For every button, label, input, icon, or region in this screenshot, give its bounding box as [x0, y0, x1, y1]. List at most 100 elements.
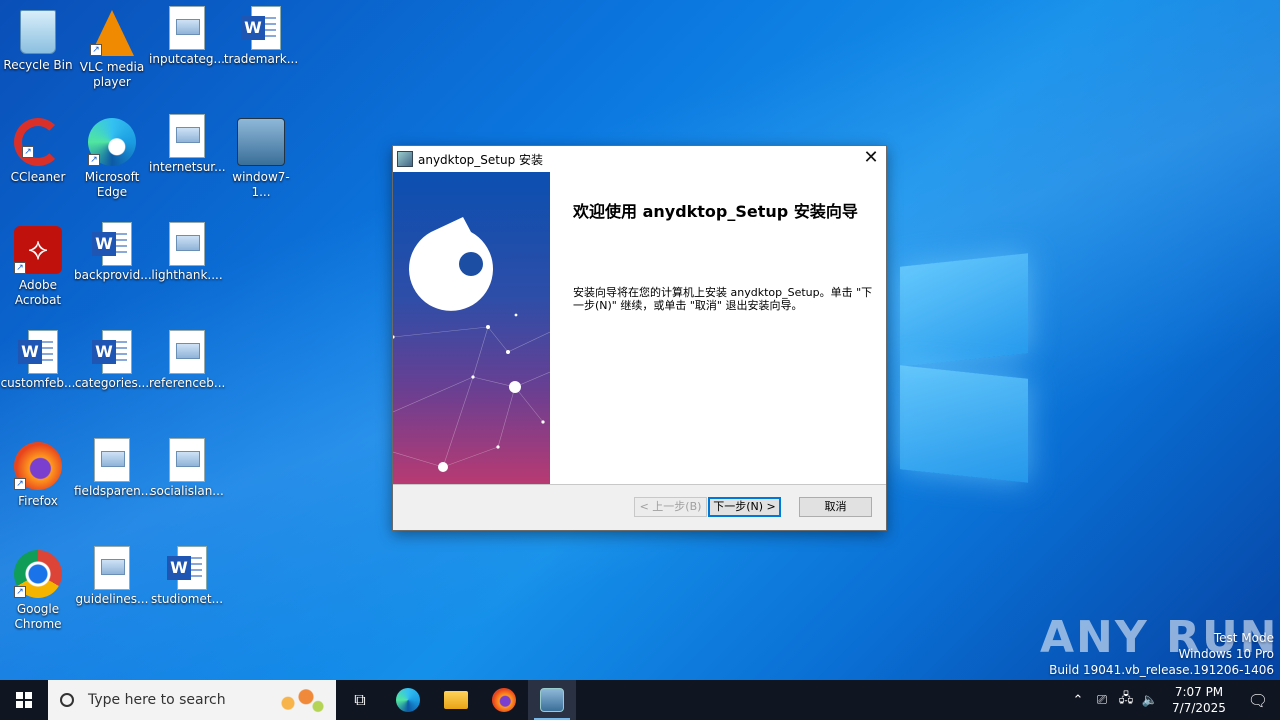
image-file-icon: [169, 6, 205, 50]
desktop-icon-categories[interactable]: W categories...: [74, 328, 150, 391]
desktop-icon-referenceb[interactable]: referenceb...: [149, 328, 225, 391]
desktop-icon-socialislan[interactable]: socialislan...: [149, 436, 225, 499]
desktop-icon-backprovid[interactable]: W backprovid...: [74, 220, 152, 283]
word-doc-icon: W: [18, 330, 58, 374]
desktop-icon-trademark[interactable]: W trademark...: [223, 4, 299, 67]
desktop-icon-label: categories...: [74, 376, 150, 390]
shortcut-arrow-icon: ↗: [90, 44, 102, 56]
desktop-icon-label: guidelines...: [75, 592, 149, 606]
welcome-heading: 欢迎使用 anydktop_Setup 安装向导: [573, 202, 858, 221]
desktop-icon-label: VLC media player: [79, 60, 145, 89]
desktop-icon-label: socialislan...: [150, 484, 224, 498]
installer-icon: [237, 118, 285, 166]
shortcut-arrow-icon: ↗: [14, 478, 26, 490]
taskbar-search-box[interactable]: Type here to search: [48, 680, 336, 720]
windows-start-icon: [16, 692, 32, 708]
desktop-icon-microsoft-edge[interactable]: ↗ Microsoft Edge: [74, 112, 150, 200]
firefox-icon: [492, 688, 516, 712]
firefox-icon: ↗: [14, 442, 62, 490]
clock-date: 7/7/2025: [1172, 701, 1226, 715]
desktop-icon-inputcateg[interactable]: inputcateg...: [149, 4, 225, 67]
desktop-icon-firefox[interactable]: ↗ Firefox: [0, 436, 76, 509]
taskbar-clock[interactable]: 7:07 PM 7/7/2025: [1162, 684, 1236, 716]
edge-icon: [396, 688, 420, 712]
desktop-icon-label: Google Chrome: [14, 602, 62, 631]
taskbar-file-explorer-button[interactable]: [432, 680, 480, 720]
desktop-icon-adobe-acrobat[interactable]: ⟡ ↗ Adobe Acrobat: [0, 220, 76, 308]
desktop-icon-recycle-bin[interactable]: Recycle Bin: [0, 4, 76, 73]
desktop-icon-label: customfeb...: [0, 376, 76, 390]
wizard-banner-image: [393, 172, 550, 484]
notification-center-icon[interactable]: 🗨: [1236, 691, 1280, 710]
word-doc-icon: W: [92, 330, 132, 374]
desktop-icon-label: internetsur...: [149, 160, 226, 174]
desktop-icon-customfeb[interactable]: W customfeb...: [0, 328, 76, 391]
image-file-icon: [169, 114, 205, 158]
desktop-icon-google-chrome[interactable]: ↗ Google Chrome: [0, 544, 76, 632]
taskbar-firefox-button[interactable]: [480, 680, 528, 720]
meet-now-icon[interactable]: ⎚: [1090, 693, 1114, 708]
setup-wizard-dialog: anydktop_Setup 安装 ✕ 欢迎使用 anydktop_Setup …: [392, 145, 887, 531]
watermark-line-1: Test Mode: [1213, 631, 1274, 645]
word-doc-icon: W: [92, 222, 132, 266]
desktop-icon-ccleaner[interactable]: ↗ CCleaner: [0, 112, 76, 185]
image-file-icon: [94, 438, 130, 482]
dialog-separator: [393, 484, 886, 485]
watermark-line-3: Build 19041.vb_release.191206-1406: [1049, 663, 1274, 677]
shortcut-arrow-icon: ↗: [22, 146, 34, 158]
desktop-icon-vlc[interactable]: ↗ VLC media player: [74, 4, 150, 90]
chrome-icon: ↗: [14, 550, 62, 598]
ccleaner-icon: ↗: [14, 118, 62, 166]
network-icon[interactable]: 🖧: [1114, 689, 1138, 711]
image-file-icon: [169, 438, 205, 482]
dialog-titlebar[interactable]: anydktop_Setup 安装: [393, 146, 886, 172]
network-graphic: [393, 217, 550, 472]
image-file-icon: [94, 546, 130, 590]
word-doc-icon: W: [167, 546, 207, 590]
desktop-icon-label: Adobe Acrobat: [14, 278, 62, 307]
desktop-icon-lighthank[interactable]: lighthank....: [149, 220, 225, 283]
edge-icon: ↗: [88, 118, 136, 166]
search-highlight-image: [270, 684, 330, 716]
acrobat-icon: ⟡ ↗: [14, 226, 62, 274]
clock-time: 7:07 PM: [1174, 685, 1224, 699]
desktop-icon-internetsur[interactable]: internetsur...: [149, 112, 226, 175]
chevron-up-icon[interactable]: ⌃: [1066, 693, 1090, 708]
desktop-icon-window7[interactable]: window7-1...: [223, 112, 299, 200]
back-button[interactable]: < 上一步(B): [634, 497, 707, 517]
task-view-icon: ⧉: [354, 690, 366, 709]
desktop-icon-label: studiomet...: [150, 592, 224, 606]
shortcut-arrow-icon: ↗: [88, 154, 100, 166]
desktop-icon-studiomet[interactable]: W studiomet...: [149, 544, 225, 607]
system-tray: ⌃ ⎚ 🖧 🔈 7:07 PM 7/7/2025 🗨: [1066, 680, 1280, 720]
windows-logo-wallpaper: [890, 240, 1030, 483]
dialog-content: 欢迎使用 anydktop_Setup 安装向导 安装向导将在您的计算机上安装 …: [393, 172, 886, 484]
desktop-icon-fieldsparen[interactable]: fieldsparen...: [74, 436, 152, 499]
volume-icon[interactable]: 🔈: [1138, 693, 1162, 708]
test-mode-watermark: Test Mode Windows 10 Pro Build 19041.vb_…: [1049, 630, 1274, 678]
taskbar-edge-button[interactable]: [384, 680, 432, 720]
search-icon: [60, 693, 74, 707]
task-view-button[interactable]: ⧉: [336, 680, 384, 720]
desktop-icon-label: lighthank....: [151, 268, 223, 282]
cancel-button[interactable]: 取消: [799, 497, 872, 517]
desktop-icon-label: Recycle Bin: [3, 58, 73, 72]
taskbar-setup-button[interactable]: [528, 680, 576, 720]
image-file-icon: [169, 222, 205, 266]
shortcut-arrow-icon: ↗: [14, 262, 26, 274]
dialog-title: anydktop_Setup 安装: [418, 152, 544, 167]
installer-icon: [540, 688, 564, 712]
vlc-icon: ↗: [90, 10, 134, 56]
next-button[interactable]: 下一步(N) >: [708, 497, 781, 517]
desktop-icon-label: Firefox: [18, 494, 58, 508]
installer-app-icon: [397, 151, 413, 167]
desktop-icon-label: window7-1...: [232, 170, 290, 199]
desktop-icon-label: Microsoft Edge: [84, 170, 140, 199]
desktop-icon-guidelines[interactable]: guidelines...: [74, 544, 150, 607]
folder-icon: [444, 691, 468, 709]
start-button[interactable]: [0, 680, 48, 720]
image-file-icon: [169, 330, 205, 374]
close-button[interactable]: ✕: [856, 146, 886, 172]
desktop-icon-label: inputcateg...: [149, 52, 225, 66]
desktop-icon-label: trademark...: [223, 52, 299, 66]
